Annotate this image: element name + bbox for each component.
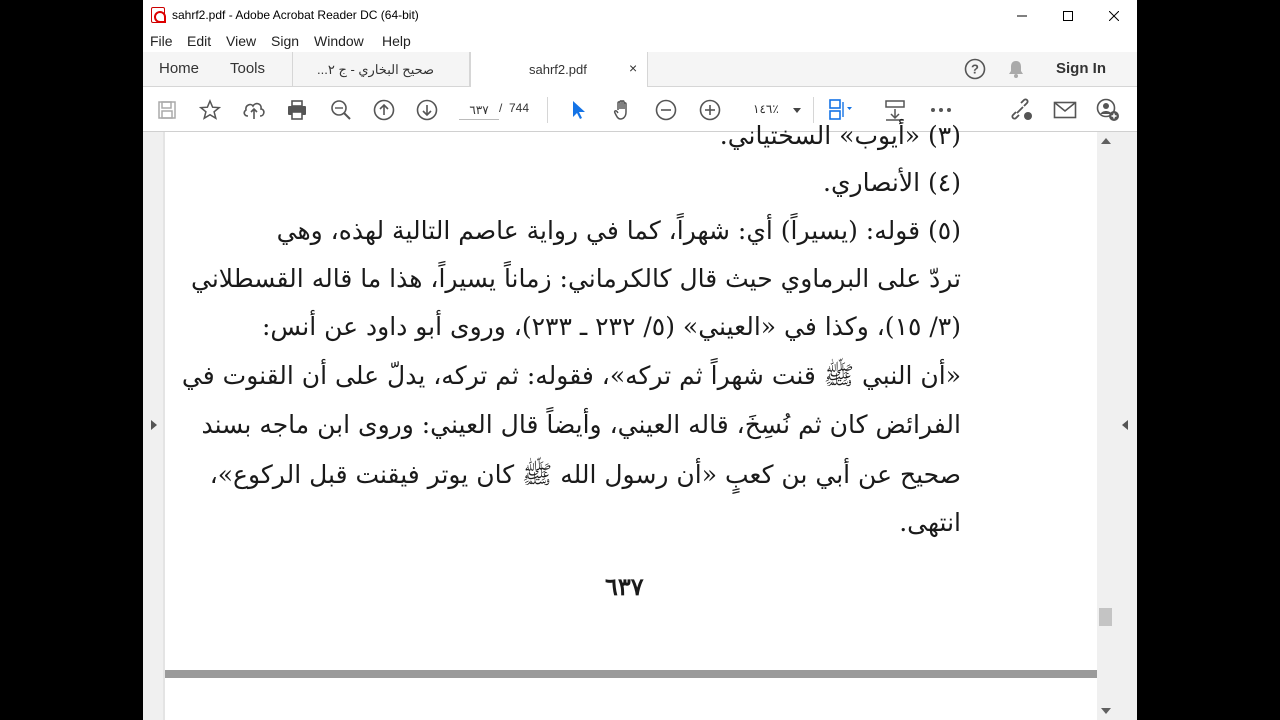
scroll-mode-icon[interactable] — [882, 97, 908, 123]
bookmark-star-icon[interactable] — [197, 97, 223, 123]
page-total: 744 — [509, 101, 530, 115]
footnote-line: (٤) الأنصاري. — [823, 168, 961, 197]
zoom-value: ١٤٦٪ — [753, 102, 779, 116]
hand-tool-icon[interactable] — [610, 97, 636, 123]
tab-tools[interactable]: Tools — [230, 60, 265, 77]
footnote-line: انتهى. — [899, 508, 961, 537]
acrobat-app-icon — [151, 7, 166, 23]
vertical-scrollbar[interactable] — [1097, 132, 1115, 720]
scroll-up-arrow-icon[interactable] — [1101, 138, 1111, 144]
tab-home[interactable]: Home — [159, 60, 199, 77]
menu-file[interactable]: File — [150, 33, 173, 49]
footnote-line: (٥) قوله: (يسيراً) أي: شهراً، كما في روا… — [276, 216, 961, 245]
footnote-line: (٣/ ١٥)، وكذا في «العيني» (٥/ ٢٣٢ ـ ٢٣٣)… — [262, 312, 961, 341]
menu-help[interactable]: Help — [382, 33, 411, 49]
title-bar: sahrf2.pdf - Adobe Acrobat Reader DC (64… — [143, 0, 1137, 31]
menu-sign[interactable]: Sign — [271, 33, 299, 49]
menu-window[interactable]: Window — [314, 33, 364, 49]
previous-page-icon[interactable] — [371, 97, 397, 123]
upload-cloud-icon[interactable] — [241, 97, 267, 123]
more-tools-icon[interactable] — [928, 97, 954, 123]
scroll-down-arrow-icon[interactable] — [1101, 708, 1111, 714]
save-icon[interactable] — [154, 97, 180, 123]
zoom-out-icon[interactable] — [653, 97, 679, 123]
tab-bar: Home Tools صحيح البخاري - ج ٢... sahrf2.… — [143, 52, 1137, 88]
close-window-button[interactable] — [1091, 0, 1137, 31]
chevron-down-icon — [793, 108, 801, 113]
footnote-line: صحيح عن أبي بن كعبٍ «أن رسول الله ﷺ كان … — [209, 460, 961, 489]
page-separator: / — [499, 101, 503, 115]
svg-text:?: ? — [971, 62, 979, 77]
next-page-icon[interactable] — [414, 97, 440, 123]
next-pdf-page — [165, 678, 1097, 720]
window-title: sahrf2.pdf - Adobe Acrobat Reader DC (64… — [172, 8, 419, 22]
email-icon[interactable] — [1052, 97, 1078, 123]
scrollbar-thumb[interactable] — [1099, 608, 1112, 626]
share-link-icon[interactable] — [1008, 97, 1034, 123]
page-layout-icon[interactable] — [827, 97, 853, 123]
document-viewport[interactable]: (٣) «أيوب» السختياني. (٤) الأنصاري. (٥) … — [143, 121, 1137, 720]
footnote-line: «أن النبي ﷺ قنت شهراً ثم تركه»، فقوله: ث… — [181, 361, 961, 390]
toolbar-divider — [547, 97, 548, 123]
tab-document-bukhari[interactable]: صحيح البخاري - ج ٢... — [292, 52, 470, 87]
close-tab-icon[interactable]: × — [629, 60, 637, 76]
footnote-line: الفرائض كان ثم نُسِخَ، قاله العيني، وأيض… — [201, 410, 961, 439]
menu-view[interactable]: View — [226, 33, 256, 49]
add-user-icon[interactable] — [1095, 97, 1121, 123]
print-icon[interactable] — [284, 97, 310, 123]
menu-bar: File Edit View Sign Window Help — [143, 31, 1137, 52]
help-icon[interactable]: ? — [964, 58, 986, 80]
page-number: ٦٣٧ — [605, 572, 644, 601]
left-panel-toggle[interactable] — [143, 132, 163, 720]
toolbar-divider — [813, 97, 814, 123]
minimize-button[interactable] — [999, 0, 1045, 31]
zoom-level-dropdown[interactable]: ١٤٦٪ — [741, 100, 805, 120]
tab-document-sahrf2[interactable]: sahrf2.pdf × — [470, 52, 648, 88]
zoom-in-icon[interactable] — [697, 97, 723, 123]
footnote-line: تردّ على البرماوي حيث قال كالكرماني: زما… — [191, 264, 961, 293]
toolbar: ٦٣٧ / 744 ١٤٦٪ — [143, 87, 1137, 132]
acrobat-window: sahrf2.pdf - Adobe Acrobat Reader DC (64… — [143, 0, 1137, 720]
select-cursor-icon[interactable] — [566, 97, 592, 123]
tab-label: صحيح البخاري - ج ٢... — [317, 62, 435, 77]
menu-edit[interactable]: Edit — [187, 33, 211, 49]
page-number-input[interactable]: ٦٣٧ — [459, 100, 499, 120]
expand-left-panel-icon[interactable] — [151, 420, 157, 430]
pdf-page: (٣) «أيوب» السختياني. (٤) الأنصاري. (٥) … — [165, 121, 1097, 672]
right-panel-toggle[interactable] — [1115, 132, 1137, 720]
page-boundary — [165, 670, 1097, 678]
expand-right-panel-icon[interactable] — [1122, 420, 1128, 430]
tab-label: sahrf2.pdf — [529, 62, 587, 77]
notifications-bell-icon[interactable] — [1005, 58, 1027, 80]
sign-in-button[interactable]: Sign In — [1056, 60, 1106, 77]
footnote-line: (٣) «أيوب» السختياني. — [719, 121, 961, 150]
zoom-search-icon[interactable] — [328, 97, 354, 123]
maximize-button[interactable] — [1045, 0, 1091, 31]
